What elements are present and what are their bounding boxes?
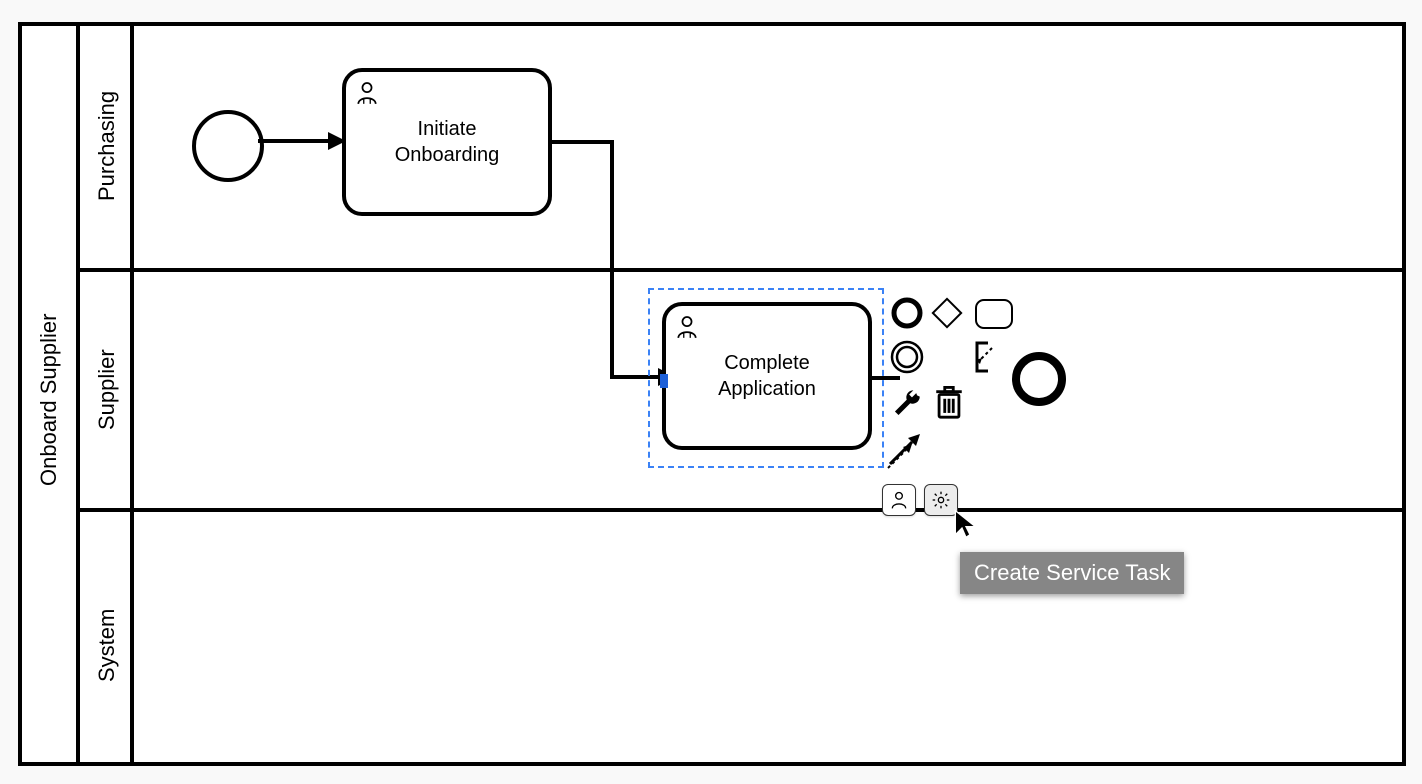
cursor-icon (952, 508, 980, 540)
context-pad-task-icon[interactable] (974, 298, 1014, 330)
user-icon (889, 490, 909, 510)
context-pad-end-event-icon[interactable] (1010, 350, 1068, 408)
lane-title-supplier: Supplier (94, 340, 120, 440)
context-pad-trash-icon[interactable] (932, 384, 966, 422)
task-label: Initiate Onboarding (395, 116, 500, 168)
pool-title: Onboard Supplier (36, 300, 62, 500)
lane-title-divider (130, 22, 134, 766)
resize-handle[interactable] (660, 374, 668, 388)
user-icon (354, 80, 380, 106)
user-icon (674, 314, 700, 340)
start-event[interactable] (192, 110, 264, 182)
context-pad-intermediate-event-icon[interactable] (888, 338, 926, 376)
context-pad-gateway-icon[interactable] (930, 296, 964, 330)
gear-icon (931, 490, 951, 510)
sequence-flow-1[interactable] (256, 126, 346, 156)
context-pad-event-icon[interactable] (890, 296, 924, 330)
context-pad-wrench-icon[interactable] (890, 386, 924, 420)
speed-button-user-task[interactable] (882, 484, 916, 516)
task-label: Complete Application (718, 350, 816, 402)
tooltip: Create Service Task (960, 552, 1184, 594)
context-pad-connect-icon[interactable] (886, 430, 926, 470)
lane-title-system: System (94, 600, 120, 690)
task-initiate-onboarding[interactable]: Initiate Onboarding (342, 68, 552, 216)
context-pad-text-annotation-icon[interactable] (974, 340, 1004, 374)
lane-title-purchasing: Purchasing (94, 86, 120, 206)
lane-divider-1 (80, 268, 1406, 272)
lane-divider-2 (80, 508, 1406, 512)
diagram-canvas[interactable]: Onboard Supplier Purchasing Supplier Sys… (0, 0, 1422, 784)
pool-title-divider (76, 22, 80, 766)
task-complete-application[interactable]: Complete Application (662, 302, 872, 450)
